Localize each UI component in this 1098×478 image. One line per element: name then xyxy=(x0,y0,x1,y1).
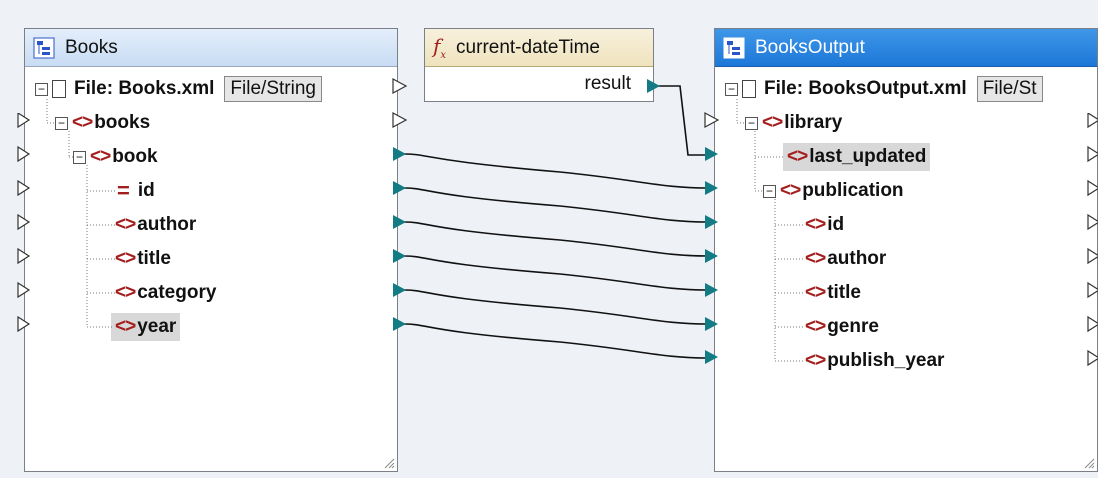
source-tree-lines xyxy=(46,99,115,328)
function-icon: fx xyxy=(433,34,447,61)
connection-category-genre[interactable] xyxy=(403,289,709,325)
source-component-title: Books xyxy=(65,36,118,58)
connection-id-id[interactable] xyxy=(403,187,709,223)
resize-grip-icon[interactable] xyxy=(383,457,395,469)
component-tree-icon xyxy=(723,37,745,58)
source-component-header[interactable]: Books xyxy=(25,29,397,67)
target-input-connectors[interactable] xyxy=(704,76,726,336)
connection-author-author[interactable] xyxy=(403,221,709,257)
source-output-connectors[interactable] xyxy=(392,76,412,336)
function-output-connector[interactable] xyxy=(646,78,662,94)
target-input-connector-publish-year[interactable] xyxy=(704,349,724,369)
target-tree-lines xyxy=(736,99,805,362)
resize-grip-icon[interactable] xyxy=(1083,457,1095,469)
function-header[interactable]: fx current-dateTime xyxy=(425,29,653,67)
function-output-result[interactable]: result xyxy=(585,73,631,95)
connection-year-publish-year[interactable] xyxy=(403,323,709,359)
target-component-header[interactable]: BooksOutput xyxy=(715,29,1097,67)
component-tree-icon xyxy=(33,37,55,58)
target-component-title: BooksOutput xyxy=(755,36,865,58)
function-title: current-dateTime xyxy=(456,36,601,58)
source-component[interactable]: Books − File: Books.xml File/String − <>… xyxy=(17,28,398,472)
source-file-string-button[interactable]: File/String xyxy=(224,76,322,102)
source-input-connectors[interactable] xyxy=(17,113,31,443)
connection-result-last-updated[interactable] xyxy=(654,85,708,156)
target-component[interactable]: BooksOutput − File: BooksOutput.xml File… xyxy=(714,28,1098,472)
target-file-string-button[interactable]: File/St xyxy=(976,76,1043,102)
connection-title-title[interactable] xyxy=(403,255,709,291)
function-component[interactable]: fx current-dateTime result xyxy=(424,28,654,102)
connection-book-publication[interactable] xyxy=(403,153,709,189)
target-output-connectors[interactable] xyxy=(1087,113,1098,413)
